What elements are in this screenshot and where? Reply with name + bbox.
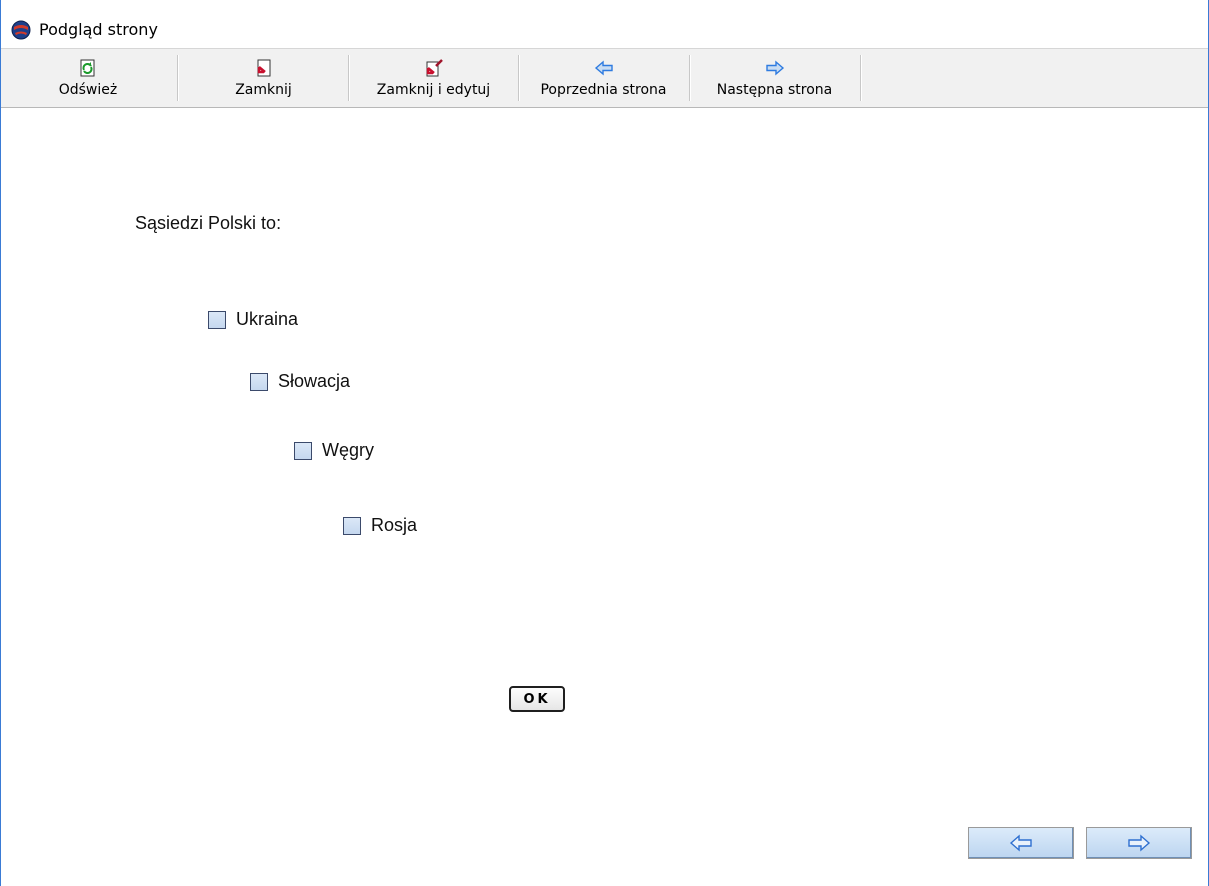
next-page-label: Następna strona	[716, 82, 833, 98]
option-ukraina[interactable]: Ukraina	[208, 309, 298, 330]
nav-previous-button[interactable]	[968, 827, 1074, 859]
close-edit-icon	[426, 59, 443, 77]
close-doc-icon	[257, 59, 270, 77]
ok-button[interactable]: OK	[509, 686, 565, 712]
refresh-button[interactable]: Odśwież	[13, 49, 163, 107]
checkbox[interactable]	[250, 372, 268, 391]
question-text: Sąsiedzi Polski to:	[135, 213, 282, 233]
nav-next-button[interactable]	[1086, 827, 1192, 859]
arrow-left-icon	[594, 60, 613, 76]
toolbar-separator	[177, 55, 179, 101]
checkbox[interactable]	[294, 441, 312, 460]
arrow-left-icon	[1009, 834, 1032, 852]
previous-page-label: Poprzednia strona	[540, 82, 667, 98]
preview-window: Podgląd strony Odśwież Zamknij Zamknij i…	[0, 0, 1209, 886]
close-and-edit-label: Zamknij i edytuj	[376, 82, 491, 98]
refresh-icon	[80, 59, 95, 77]
option-wegry[interactable]: Węgry	[294, 440, 374, 461]
close-button[interactable]: Zamknij	[181, 49, 346, 107]
option-label: Słowacja	[278, 371, 351, 391]
checkbox[interactable]	[343, 516, 361, 535]
option-label: Ukraina	[236, 309, 299, 329]
checkbox[interactable]	[208, 310, 226, 329]
toolbar-separator	[348, 55, 350, 101]
app-globe-icon	[11, 20, 31, 40]
window-title: Podgląd strony	[39, 20, 158, 39]
option-slowacja[interactable]: Słowacja	[250, 371, 350, 392]
toolbar: Odśwież Zamknij Zamknij i edytuj Poprzed…	[1, 48, 1208, 108]
option-label: Rosja	[371, 515, 418, 535]
next-page-button[interactable]: Następna strona	[692, 49, 857, 107]
close-and-edit-button[interactable]: Zamknij i edytuj	[351, 49, 516, 107]
toolbar-separator	[518, 55, 520, 101]
arrow-right-icon	[765, 60, 784, 76]
option-label: Węgry	[322, 440, 375, 460]
refresh-label: Odśwież	[58, 82, 118, 98]
title-bar: Podgląd strony	[1, 0, 1208, 44]
arrow-right-icon	[1128, 834, 1151, 852]
toolbar-separator	[860, 55, 862, 101]
option-rosja[interactable]: Rosja	[343, 515, 417, 536]
previous-page-button[interactable]: Poprzednia strona	[521, 49, 686, 107]
close-label: Zamknij	[235, 82, 292, 98]
toolbar-separator	[689, 55, 691, 101]
